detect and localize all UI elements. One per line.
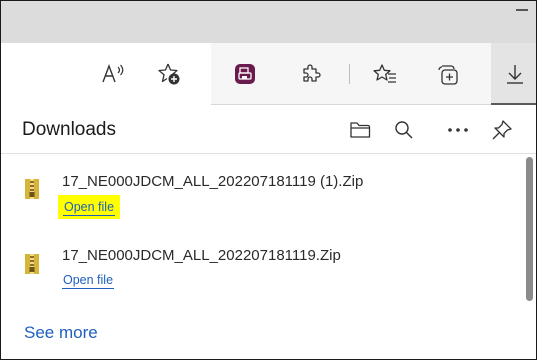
downloads-icon[interactable] bbox=[498, 57, 532, 91]
download-item[interactable]: 17_NE000JDCM_ALL_202207181119 (1).Zip Op… bbox=[1, 167, 511, 227]
extensions-icon[interactable] bbox=[294, 57, 328, 91]
pin-icon[interactable] bbox=[485, 113, 519, 147]
search-icon[interactable] bbox=[387, 113, 421, 147]
read-aloud-icon[interactable] bbox=[97, 57, 131, 91]
see-more-link[interactable]: See more bbox=[24, 323, 98, 343]
scrollbar-thumb[interactable] bbox=[526, 157, 533, 301]
add-favorite-icon[interactable] bbox=[152, 57, 186, 91]
open-folder-icon[interactable] bbox=[343, 113, 377, 147]
zip-file-icon bbox=[25, 179, 39, 199]
file-name: 17_NE000JDCM_ALL_202207181119.Zip bbox=[62, 247, 341, 264]
open-file-link[interactable]: Open file bbox=[62, 273, 115, 289]
collections-icon[interactable] bbox=[431, 57, 465, 91]
more-options-icon[interactable] bbox=[441, 113, 475, 147]
title-bar bbox=[1, 1, 536, 43]
panel-divider bbox=[1, 153, 536, 154]
browser-window: Downloads 17_NE000JDCM_ALL_202207181119 … bbox=[0, 0, 537, 360]
downloads-panel: Downloads 17_NE000JDCM_ALL_202207181119 … bbox=[1, 105, 536, 359]
panel-title: Downloads bbox=[22, 119, 116, 140]
highlight-mark: Open file bbox=[58, 195, 121, 219]
file-name: 17_NE000JDCM_ALL_202207181119 (1).Zip bbox=[62, 173, 364, 190]
extension-app-icon[interactable] bbox=[228, 57, 262, 91]
download-item[interactable]: 17_NE000JDCM_ALL_202207181119.Zip Open f… bbox=[1, 239, 511, 299]
minimize-icon[interactable] bbox=[516, 9, 528, 11]
toolbar-separator bbox=[349, 64, 350, 84]
zip-file-icon bbox=[25, 254, 39, 274]
browser-toolbar bbox=[1, 43, 536, 105]
open-file-link[interactable]: Open file bbox=[63, 200, 116, 216]
favorites-icon[interactable] bbox=[368, 57, 402, 91]
